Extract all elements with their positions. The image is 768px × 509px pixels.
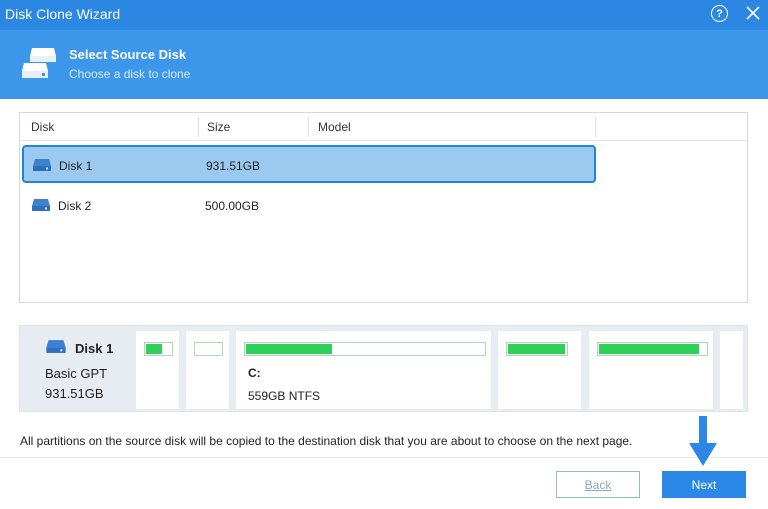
partition-usage-bar bbox=[144, 342, 173, 356]
column-divider[interactable] bbox=[308, 117, 309, 137]
info-note: All partitions on the source disk will b… bbox=[20, 434, 633, 448]
partition-block-c[interactable]: C: 559GB NTFS bbox=[236, 331, 491, 409]
table-row-disk-1[interactable]: Disk 1 931.51GB bbox=[22, 145, 596, 183]
disk-summary-type: Basic GPT bbox=[45, 366, 108, 381]
title-bar: Disk Clone Wizard ? bbox=[0, 0, 768, 30]
table-row-disk-2[interactable]: Disk 2 500.00GB bbox=[20, 185, 747, 223]
next-button[interactable]: Next bbox=[662, 471, 746, 498]
partition-usage-fill bbox=[599, 344, 699, 354]
hard-disk-icon bbox=[32, 199, 50, 211]
column-divider[interactable] bbox=[198, 117, 199, 137]
column-header-model[interactable]: Model bbox=[318, 120, 351, 134]
partition-size-filesystem: 559GB NTFS bbox=[248, 389, 321, 403]
back-button[interactable]: Back bbox=[556, 471, 640, 498]
row-disk-size: 500.00GB bbox=[205, 199, 260, 213]
partition-block[interactable] bbox=[498, 331, 581, 409]
clone-disk-icon bbox=[22, 48, 56, 78]
disk-summary: Disk 1 Basic GPT 931.51GB bbox=[20, 326, 134, 413]
disk-partition-map: Disk 1 Basic GPT 931.51GB C: 559GB NTFS bbox=[19, 325, 748, 412]
disk-summary-size: 931.51GB bbox=[45, 386, 104, 401]
partition-block[interactable] bbox=[589, 331, 713, 409]
partition-usage-fill bbox=[146, 344, 162, 354]
footer-divider bbox=[0, 457, 768, 458]
row-disk-size: 931.51GB bbox=[206, 159, 261, 173]
help-icon[interactable]: ? bbox=[711, 5, 728, 22]
partition-usage-fill bbox=[246, 344, 332, 354]
column-header-disk[interactable]: Disk bbox=[31, 120, 54, 134]
close-icon[interactable] bbox=[744, 4, 762, 22]
arrow-down-icon bbox=[689, 416, 717, 466]
partition-usage-fill bbox=[508, 344, 565, 354]
row-disk-name: Disk 2 bbox=[58, 199, 92, 213]
partition-usage-bar bbox=[244, 342, 486, 356]
partition-drive-letter: C: bbox=[248, 366, 261, 380]
partition-usage-bar bbox=[194, 342, 223, 356]
row-disk-name: Disk 1 bbox=[59, 159, 93, 173]
page-title: Select Source Disk bbox=[69, 47, 187, 62]
wizard-header: Select Source Disk Choose a disk to clon… bbox=[0, 30, 768, 99]
table-header: Disk Size Model bbox=[20, 113, 747, 141]
disk-summary-name: Disk 1 bbox=[75, 341, 114, 356]
hard-disk-icon bbox=[33, 159, 51, 171]
page-subtitle: Choose a disk to clone bbox=[69, 67, 191, 81]
window-title: Disk Clone Wizard bbox=[5, 6, 121, 22]
hard-disk-icon bbox=[46, 340, 66, 353]
partition-block[interactable] bbox=[720, 331, 743, 409]
disk-list: Disk Size Model Disk 1 931.51GB Disk 2 5… bbox=[19, 112, 748, 303]
column-header-size[interactable]: Size bbox=[207, 120, 230, 134]
partition-usage-bar bbox=[506, 342, 568, 356]
partition-block[interactable] bbox=[136, 331, 179, 409]
column-divider[interactable] bbox=[595, 117, 596, 137]
partition-block[interactable] bbox=[186, 331, 229, 409]
partition-usage-bar bbox=[597, 342, 708, 356]
